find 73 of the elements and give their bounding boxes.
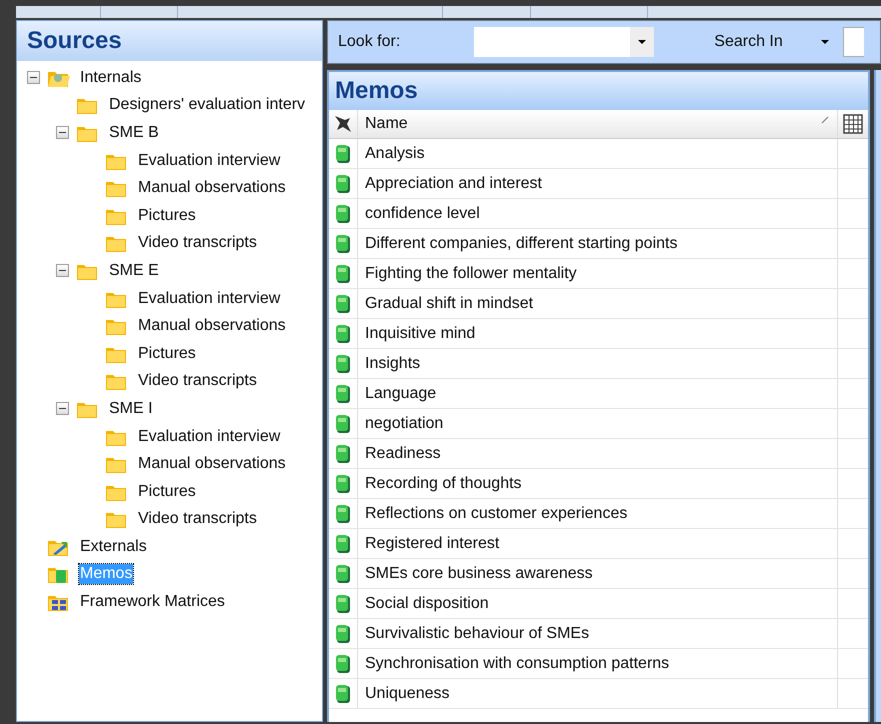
table-cell: Uniqueness (365, 684, 450, 702)
tree-item[interactable]: Video transcripts (137, 371, 258, 392)
memo-icon (335, 384, 351, 404)
table-cell: Insights (365, 354, 420, 372)
memo-icon (335, 474, 351, 494)
tree-item[interactable]: Video transcripts (137, 509, 258, 530)
memo-icon (335, 594, 351, 614)
look-for-field[interactable] (474, 27, 654, 57)
tree-item[interactable]: Externals (79, 536, 148, 557)
memo-icon (335, 324, 351, 344)
search-in-label: Search In (714, 33, 783, 51)
tree-item[interactable]: SME B (108, 122, 160, 143)
tree-item[interactable]: Video transcripts (137, 233, 258, 254)
table-cell: Language (365, 384, 436, 402)
memo-icon (335, 294, 351, 314)
table-cell: Inquisitive mind (365, 324, 476, 342)
memo-icon (335, 534, 351, 554)
table-cell: Different companies, different starting points (365, 234, 678, 252)
table-cell: Recording of thoughts (365, 474, 522, 492)
dropdown-arrow-icon (638, 40, 646, 44)
tree-item[interactable]: Pictures (137, 482, 197, 502)
tree-item[interactable]: Manual observations (137, 454, 287, 474)
tree-item[interactable]: Internals (79, 68, 142, 88)
memo-icon (335, 504, 351, 524)
collapse-toggle[interactable] (27, 71, 40, 84)
memo-icon (335, 204, 351, 224)
look-for-label: Look for: (338, 33, 400, 51)
panel-title: Sources (17, 21, 322, 61)
table-cell: negotiation (365, 414, 444, 432)
memo-icon (335, 654, 351, 674)
memo-icon (335, 144, 351, 164)
tree-item[interactable]: Designers' evaluation interv (108, 95, 306, 116)
table-cell: Analysis (365, 144, 425, 162)
column-header[interactable]: Name (365, 115, 408, 133)
table-cell: Registered interest (365, 534, 500, 552)
tree-item[interactable]: Manual observations (137, 178, 287, 198)
memo-icon (335, 414, 351, 434)
table-cell: Survivalistic behaviour of SMEs (365, 624, 590, 642)
table-cell: Fighting the follower mentality (365, 264, 577, 282)
table-cell: Synchronisation with consumption patterns (365, 654, 670, 672)
collapse-toggle[interactable] (56, 126, 69, 140)
memo-icon (335, 264, 351, 284)
sort-icon (821, 116, 829, 124)
table-cell: Readiness (365, 444, 441, 462)
collapse-toggle[interactable] (56, 264, 69, 278)
memo-icon (335, 564, 351, 584)
tree-item[interactable]: Evaluation interview (137, 150, 282, 171)
tree-item[interactable]: Pictures (137, 344, 197, 364)
dropdown-arrow-icon[interactable] (820, 40, 829, 44)
memo-icon (335, 234, 351, 254)
memo-icon (335, 174, 351, 194)
panel-title: Memos (329, 72, 868, 110)
table-cell: Reflections on customer experiences (365, 504, 628, 522)
table-cell: confidence level (365, 204, 480, 222)
table-cell: Social disposition (365, 594, 489, 612)
tree-item[interactable]: SME E (108, 260, 160, 281)
tree-item[interactable]: Framework Matrices (79, 592, 226, 612)
tree-item[interactable]: Evaluation interview (137, 288, 282, 309)
tree-item[interactable]: Manual observations (137, 316, 287, 336)
table-cell: Appreciation and interest (365, 174, 542, 192)
column-chooser-icon[interactable] (843, 114, 863, 134)
memo-icon (335, 354, 351, 374)
table-cell: Gradual shift in mindset (365, 294, 534, 312)
tree-item[interactable]: Pictures (137, 206, 197, 226)
table-cell: SMEs core business awareness (365, 564, 593, 582)
collapse-toggle[interactable] (56, 402, 69, 416)
tree-item[interactable]: Evaluation interview (137, 426, 282, 447)
pin-icon (333, 114, 353, 134)
input-field[interactable] (842, 27, 864, 57)
memo-icon (335, 444, 351, 464)
memo-icon (335, 624, 351, 644)
tree-item[interactable]: SME I (108, 398, 154, 419)
memo-icon (335, 684, 351, 704)
